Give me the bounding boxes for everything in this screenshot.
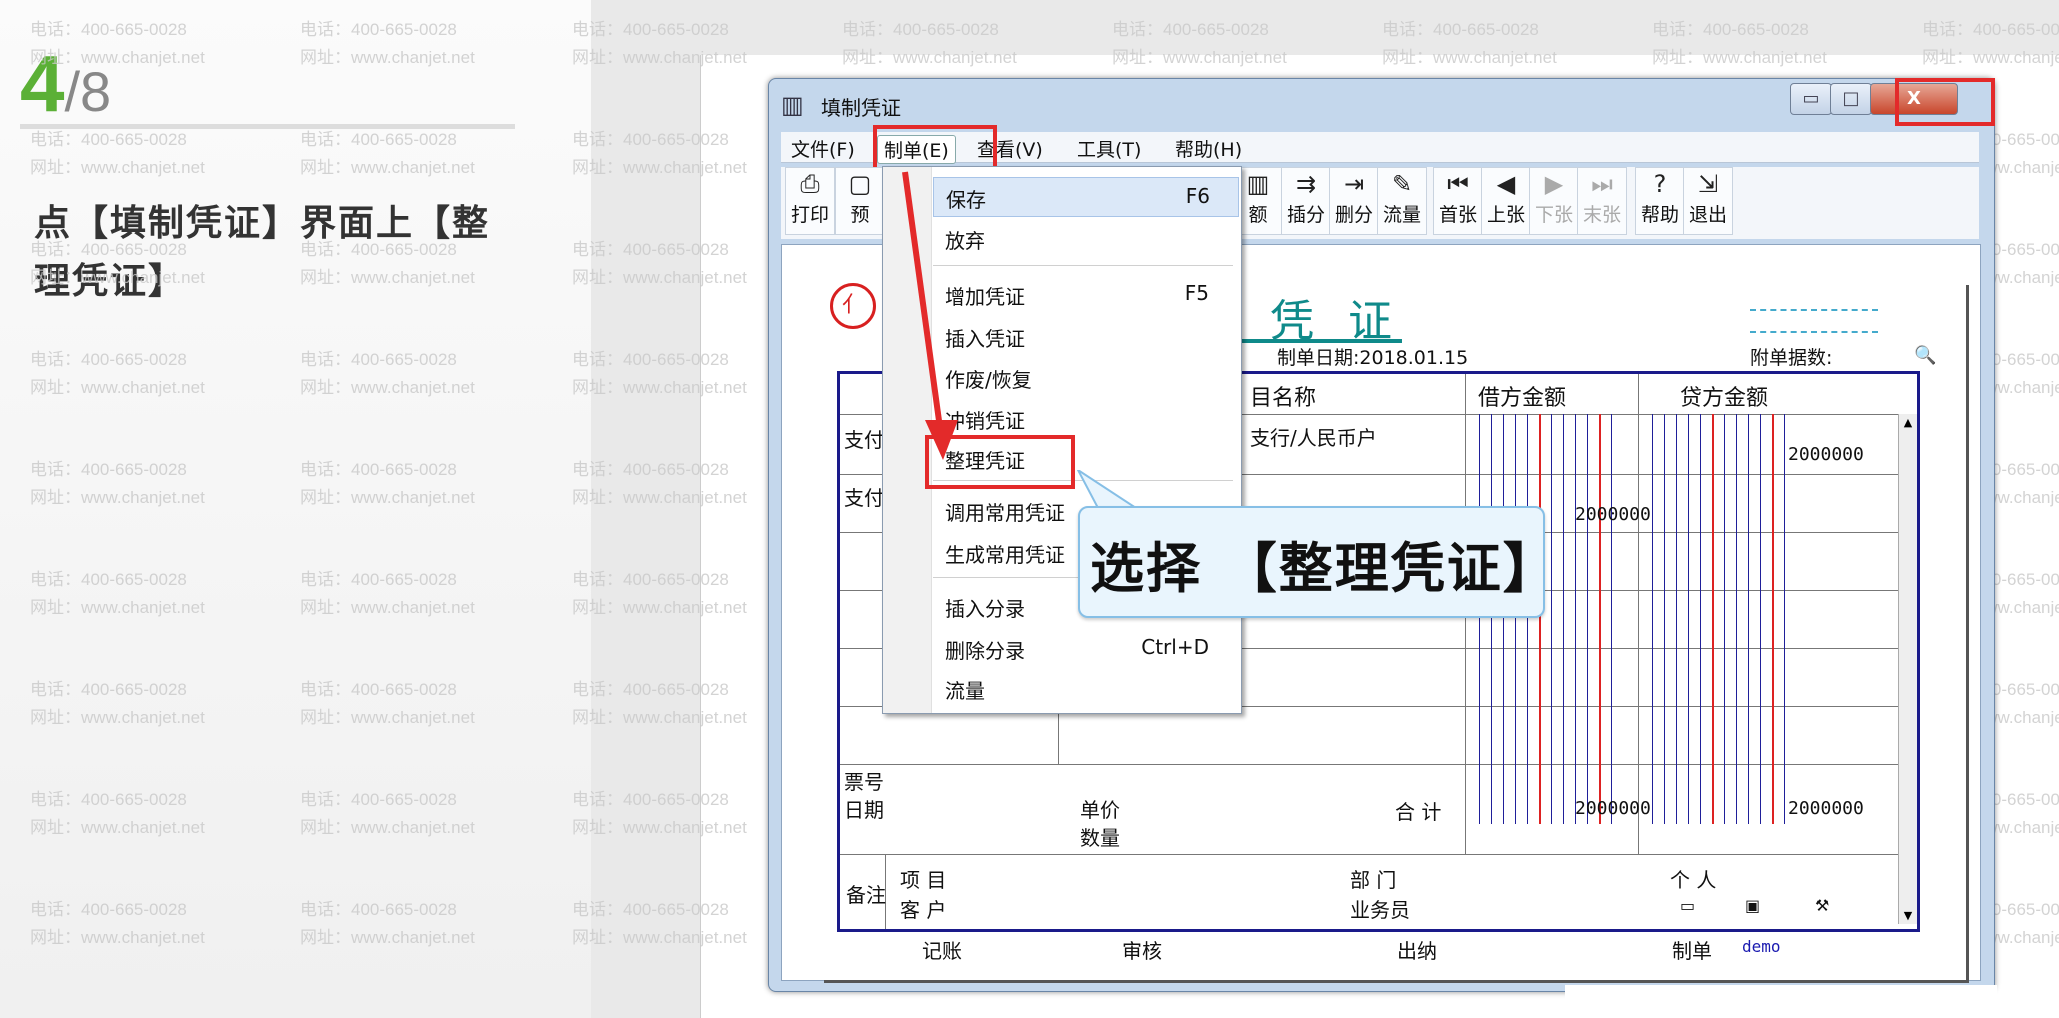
callout-bubble: 选择 【整理凭证】 xyxy=(1078,506,1557,618)
bottom-white-strip xyxy=(1565,985,1997,1018)
arrow-shaft xyxy=(902,171,943,429)
arrow-head xyxy=(925,420,958,460)
callout-text: 选择 【整理凭证】 xyxy=(1090,536,1559,600)
pointer-arrow xyxy=(902,171,958,460)
callout-tail-shape xyxy=(1076,470,1138,509)
